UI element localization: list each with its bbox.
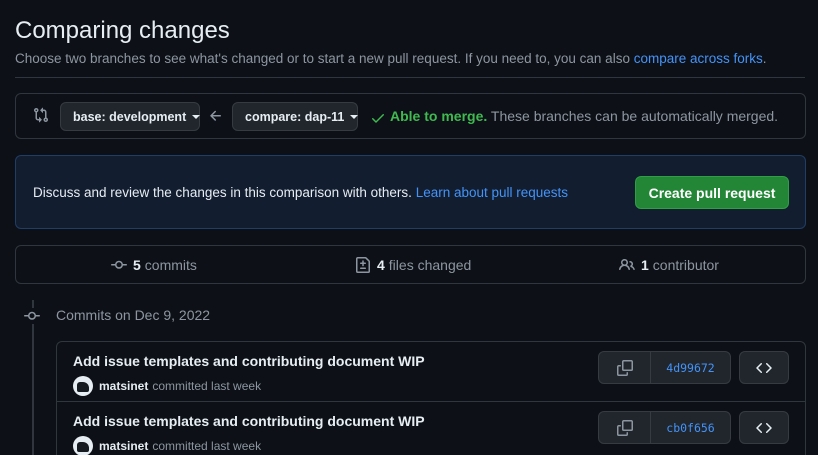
git-commit-icon [24, 308, 40, 324]
files-label: files changed [388, 257, 472, 273]
check-icon [372, 114, 384, 123]
commit-meta: matsinet committed last week [73, 376, 261, 396]
copy-icon [616, 359, 633, 376]
code-icon [756, 362, 772, 373]
branch-compare-bar: base: development compare: dap-11 Able t… [15, 93, 806, 139]
avatar[interactable] [73, 376, 93, 396]
file-diff-icon [356, 257, 370, 273]
commit-title-link[interactable]: Add issue templates and contributing doc… [73, 413, 425, 429]
caret-down-icon [350, 114, 359, 119]
compare-branch-select[interactable]: compare: dap-11 [232, 102, 359, 131]
header-divider [15, 77, 805, 78]
people-icon [619, 258, 635, 271]
contributors-count: 1 [641, 257, 649, 273]
commit-sha-group: 4d99672 [598, 351, 731, 384]
commit-title-link[interactable]: Add issue templates and contributing doc… [73, 353, 425, 369]
commit-list: Add issue templates and contributing doc… [56, 341, 806, 455]
copy-sha-button[interactable] [599, 352, 651, 383]
commit-sha-group: cb0f656 [598, 411, 731, 444]
git-commit-icon [111, 260, 127, 269]
banner-message: Discuss and review the changes in this c… [33, 185, 412, 200]
page-subtitle: Choose two branches to see what's change… [15, 51, 767, 66]
arrow-left-icon [210, 110, 221, 121]
contributors-label: contributor [652, 257, 719, 273]
commits-count: 5 [133, 257, 141, 273]
subtitle-text: Choose two branches to see what's change… [15, 51, 630, 66]
create-pull-request-button[interactable]: Create pull request [635, 176, 789, 209]
browse-repository-button[interactable] [739, 411, 789, 444]
banner-text: Discuss and review the changes in this c… [33, 185, 568, 200]
files-changed-stat[interactable]: 4 files changed [355, 257, 471, 273]
commit-row: Add issue templates and contributing doc… [57, 342, 805, 401]
base-branch-select[interactable]: base: development [60, 102, 201, 131]
code-icon [756, 422, 772, 433]
commit-author-link[interactable]: matsinet [99, 439, 148, 453]
browse-repository-button[interactable] [739, 351, 789, 384]
commits-stat[interactable]: 5 commits [111, 257, 197, 273]
page-title: Comparing changes [15, 17, 230, 44]
commit-meta: matsinet committed last week [73, 436, 261, 455]
git-compare-icon [34, 107, 49, 123]
merge-status-note: These branches can be automatically merg… [490, 108, 779, 124]
files-count: 4 [377, 257, 385, 273]
compare-branch-label: compare: dap-11 [245, 109, 345, 124]
commits-label: commits [144, 257, 197, 273]
merge-status: Able to merge. These branches can be aut… [390, 108, 778, 124]
commit-sha-link[interactable]: cb0f656 [651, 412, 730, 443]
comparison-stats: 5 commits 4 files changed 1 contributor [15, 245, 806, 284]
commit-time: committed last week [152, 439, 262, 453]
copy-sha-button[interactable] [599, 412, 651, 443]
pull-request-banner: Discuss and review the changes in this c… [15, 155, 806, 229]
commits-date-heading: Commits on Dec 9, 2022 [56, 307, 211, 323]
compare-across-forks-link[interactable]: compare across forks [634, 51, 763, 66]
avatar[interactable] [73, 436, 93, 455]
commit-row: Add issue templates and contributing doc… [57, 401, 805, 455]
commit-time: committed last week [152, 379, 262, 393]
commit-sha-link[interactable]: 4d99672 [651, 352, 730, 383]
contributors-stat[interactable]: 1 contributor [619, 257, 719, 273]
learn-about-pull-requests-link[interactable]: Learn about pull requests [416, 185, 568, 200]
subtitle-suffix: . [762, 51, 767, 66]
copy-icon [616, 419, 633, 436]
caret-down-icon [192, 114, 201, 119]
merge-status-label: Able to merge. [390, 108, 488, 124]
commit-author-link[interactable]: matsinet [99, 379, 148, 393]
base-branch-label: base: development [73, 109, 187, 124]
